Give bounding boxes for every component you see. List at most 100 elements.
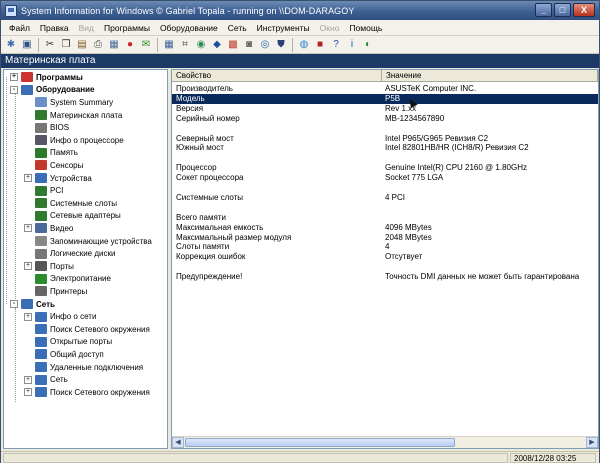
report-icon[interactable]: ✉ [139,38,153,52]
tools-icon[interactable]: ▩ [226,38,240,52]
save-icon[interactable]: ▣ [20,38,34,52]
menu-item-4[interactable]: Оборудование [155,23,223,33]
minimize-button[interactable]: _ [535,3,552,17]
info-icon[interactable]: i [345,38,359,52]
expand-toggle-icon[interactable]: + [24,312,32,321]
globe-icon[interactable]: ◉ [194,38,208,52]
expand-toggle-icon[interactable]: + [24,224,32,233]
menu-item-5[interactable]: Сеть [223,23,252,33]
tree-node[interactable]: Системные слоты [24,197,117,210]
column-header-value[interactable]: Значение [382,70,598,82]
column-header-property[interactable]: Свойство [172,70,382,82]
tree-node[interactable]: Логические диски [24,247,115,260]
tree-node[interactable]: Память [24,147,78,160]
expand-toggle-icon[interactable]: + [24,262,32,271]
tree-node[interactable]: Сенсоры [24,159,83,172]
table-row[interactable]: Производитель ASUSTeK Computer INC. [172,84,598,94]
tree-node[interactable]: System Summary [24,96,113,109]
expand-toggle-icon[interactable]: + [24,388,32,397]
tree-node[interactable]: + Поиск Сетевого окружения [24,386,150,399]
menu-item-3[interactable]: Программы [99,23,155,33]
tree-node[interactable]: - Оборудование [10,84,95,97]
tree-node[interactable]: + Сеть [24,373,68,386]
tree-node[interactable]: + Программы [10,71,83,84]
table-row[interactable]: Всего памяти [172,213,598,223]
world-icon[interactable]: ◍ [297,38,311,52]
exit-icon[interactable]: ◐ [361,38,375,52]
tree-node[interactable]: + Инфо о сети [24,310,96,323]
tree-node[interactable]: Материнская плата [24,109,122,122]
stop-icon[interactable]: ● [123,38,137,52]
table-row[interactable]: Южный мост Intel 82801HB/HR (ICH8/R) Реви… [172,143,598,153]
expand-toggle-icon[interactable]: + [10,73,18,82]
menu-item-7[interactable]: Окно [315,23,345,33]
paste-icon[interactable]: ▤ [75,38,89,52]
shield-icon[interactable]: ⛊ [274,38,288,52]
expand-toggle-icon[interactable]: + [24,174,32,183]
cpu-icon[interactable]: ◙ [242,38,256,52]
tree-node[interactable]: Электропитание [24,273,111,286]
table-row[interactable]: Слоты памяти 4 [172,242,598,252]
scroll-thumb[interactable] [185,438,455,447]
cut-icon[interactable]: ✂ [43,38,57,52]
tree-node[interactable]: Удаленные подключения [24,361,143,374]
copy-icon[interactable]: ❐ [59,38,73,52]
properties-list[interactable]: Свойство Значение Производитель ASUSTeK C… [171,69,599,449]
print-icon[interactable]: ⎙ [91,38,105,52]
tree-node[interactable]: Общий доступ [24,348,104,361]
tree-node[interactable]: - Сеть [10,298,55,311]
tree-node[interactable]: BIOS [24,121,69,134]
table-row[interactable]: Коррекция ошибок Отсутвует [172,252,598,262]
help-icon[interactable]: ? [329,38,343,52]
table-row[interactable]: Системные слоты 4 PCI [172,193,598,203]
tree-node[interactable]: PCI [24,184,63,197]
table-row[interactable]: Северный мост Intel P965/G965 Ревизия C2 [172,134,598,144]
menu-item-2[interactable]: Вид [74,23,99,33]
properties-icon[interactable]: ▦ [107,38,121,52]
network-icon[interactable]: ⌗ [178,38,192,52]
expand-toggle-icon[interactable]: + [24,375,32,384]
navigation-tree[interactable]: + Программы - Оборудование System Summary Мат… [3,69,168,449]
menu-item-0[interactable]: Файл [4,23,35,33]
table-row[interactable]: Максимальная емкость 4096 MBytes [172,223,598,233]
table-row[interactable] [172,262,598,272]
wrench-icon[interactable]: ✱ [4,38,18,52]
app-icon[interactable] [5,4,17,17]
table-row[interactable]: Сокет процессора Socket 775 LGA [172,173,598,183]
eye-icon[interactable]: ◎ [258,38,272,52]
table-row[interactable]: Серийный номер MB-1234567890 [172,114,598,124]
lock-icon[interactable]: ■ [313,38,327,52]
tree-node[interactable]: + Видео [24,222,73,235]
table-row[interactable]: Предупреждение! Точность DMI данных не мо… [172,272,598,282]
menu-item-6[interactable]: Инструменты [252,23,315,33]
tree-node[interactable]: Открытые порты [24,336,112,349]
title-bar[interactable]: System Information for Windows © Gabriel… [1,1,599,20]
grid-icon[interactable]: ▦ [162,38,176,52]
table-row[interactable]: Модель P5B [172,93,598,104]
tree-node[interactable]: Принтеры [24,285,87,298]
table-row[interactable] [172,183,598,193]
menu-item-8[interactable]: Помощь [344,23,387,33]
scroll-left-icon[interactable]: ◀ [172,437,184,448]
table-row[interactable] [172,153,598,163]
tree-node[interactable]: Инфо о процессоре [24,134,124,147]
tree-node[interactable]: Запоминающие устройства [24,235,152,248]
table-row[interactable]: Максимальный размер модуля 2048 MBytes [172,233,598,243]
status-timestamp: 2008/12/28 03:25 [510,453,596,463]
horizontal-scrollbar[interactable]: ◀ ▶ [172,436,598,448]
expand-toggle-icon[interactable]: - [10,300,18,309]
scroll-right-icon[interactable]: ▶ [586,437,598,448]
table-row[interactable] [172,203,598,213]
expand-toggle-icon[interactable]: - [10,85,18,94]
table-row[interactable]: Процессор Genuine Intel(R) CPU 2160 @ 1.8… [172,163,598,173]
close-button[interactable]: X [573,3,595,17]
tree-node[interactable]: + Устройства [24,172,92,185]
table-row[interactable]: Версия Rev 1.xx [172,104,598,114]
maximize-button[interactable]: □ [554,3,571,17]
menu-item-1[interactable]: Правка [35,23,74,33]
tree-node[interactable]: Поиск Сетевого окружения [24,323,150,336]
hardware-icon[interactable]: ◆ [210,38,224,52]
table-row[interactable] [172,124,598,134]
tree-node[interactable]: Сетевые адаптеры [24,210,121,223]
tree-node[interactable]: + Порты [24,260,74,273]
